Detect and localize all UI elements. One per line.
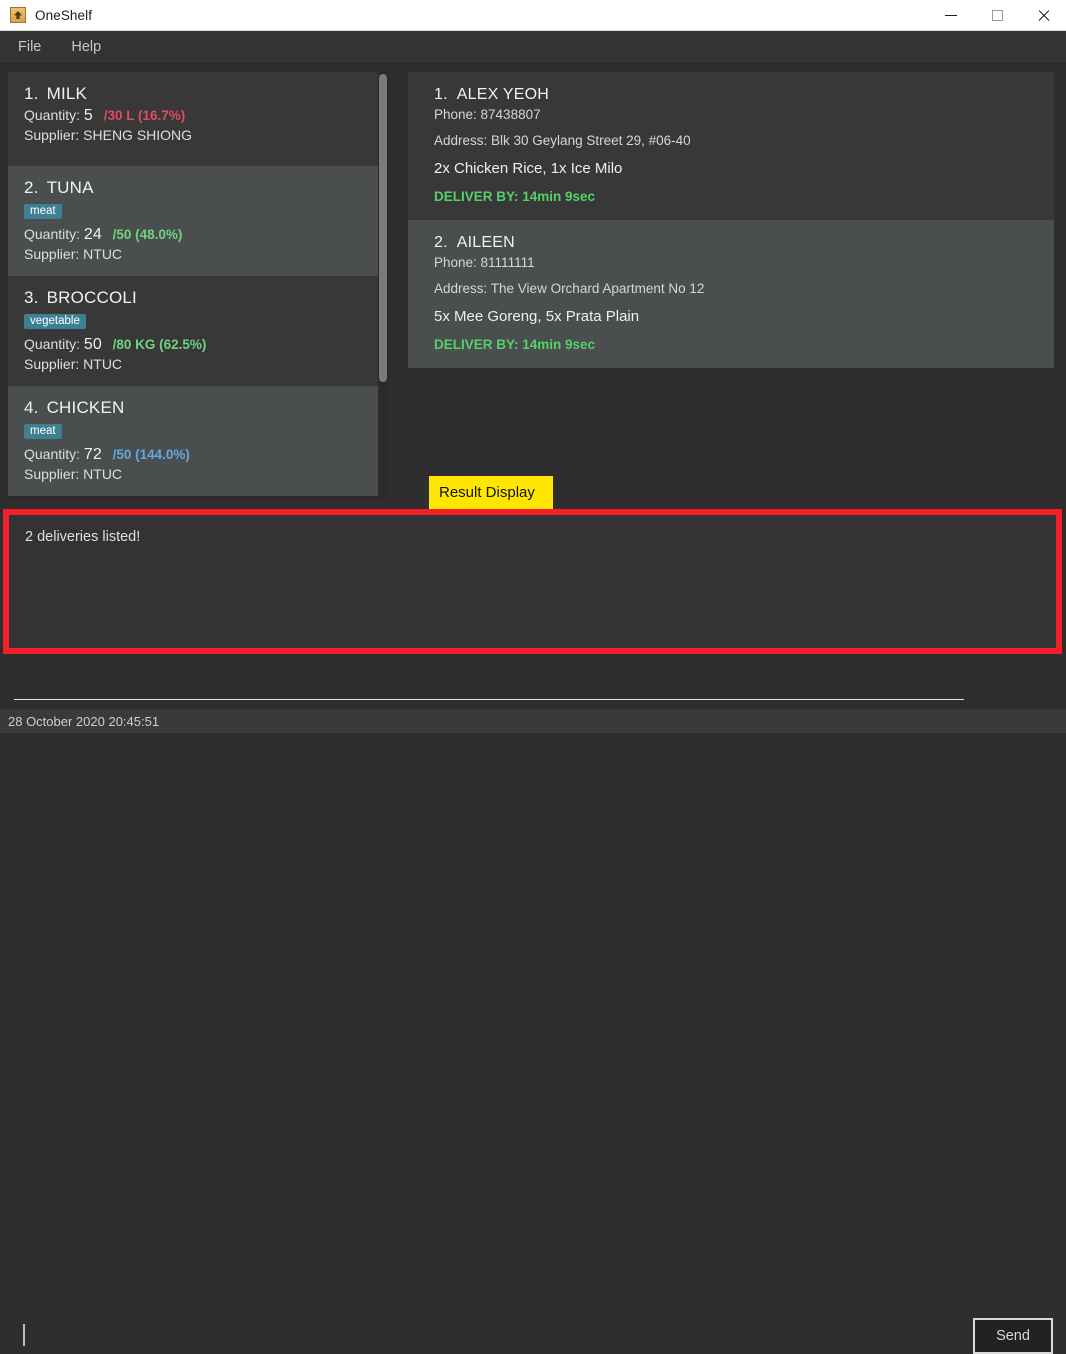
delivery-item-deliver-by: DELIVER BY: 14min 9sec — [434, 337, 596, 352]
delivery-list-item[interactable]: 1. ALEX YEOH Phone: 87438807 Address: Blk… — [408, 72, 1054, 220]
stock-quantity-label: Quantity: — [24, 107, 81, 123]
stock-list-item[interactable]: 4. CHICKEN meat Quantity: 72 /50 (144.0%)… — [8, 386, 378, 496]
text-caret-icon — [23, 1324, 25, 1346]
stock-supplier-value: NTUC — [83, 246, 123, 262]
stock-quantity-value: 5 — [83, 107, 93, 124]
stock-item-supplier: Supplier: NTUC — [24, 356, 362, 372]
stock-item-tag: meat — [24, 424, 62, 439]
status-bar-timestamp: 28 October 2020 20:45:51 — [8, 713, 160, 729]
close-icon — [1037, 9, 1050, 22]
stock-supplier-label: Supplier: — [24, 466, 80, 482]
title-bar: OneShelf — [0, 0, 1066, 31]
stock-list[interactable]: 1. MILK Quantity: 5 /30 L (16.7%) Supplie… — [8, 72, 378, 500]
delivery-item-name: ALEX YEOH — [456, 86, 549, 103]
stock-supplier-value: NTUC — [83, 466, 123, 482]
stock-item-quantity: Quantity: 5 /30 L (16.7%) — [24, 107, 362, 125]
stock-quantity-label: Quantity: — [24, 446, 81, 462]
delivery-item-order: 2x Chicken Rice, 1x Ice Milo — [434, 160, 623, 177]
maximize-icon — [991, 9, 1003, 21]
delivery-item-index: 1. — [434, 86, 448, 103]
stock-item-index: 2. — [24, 178, 39, 197]
stock-item-quantity: Quantity: 50 /80 KG (62.5%) — [24, 336, 362, 354]
delivery-list-panel: 1. ALEX YEOH Phone: 87438807 Address: Blk… — [404, 72, 1058, 500]
delivery-item-phone: Phone: 87438807 — [434, 107, 541, 122]
stock-quantity-value: 72 — [83, 446, 102, 463]
stock-item-index: 1. — [24, 84, 39, 103]
stock-item-quantity: Quantity: 72 /50 (144.0%) — [24, 446, 362, 464]
stock-list-scrollbar[interactable] — [378, 72, 388, 500]
delivery-list-item[interactable]: 2. AILEEN Phone: 81111111 Address: The Vi… — [408, 220, 1054, 368]
delivery-item-title: 1. ALEX YEOH — [434, 86, 1028, 104]
delivery-item-index: 2. — [434, 234, 448, 251]
stock-item-title: 3. BROCCOLI — [24, 288, 362, 308]
stock-list-item[interactable]: 1. MILK Quantity: 5 /30 L (16.7%) Supplie… — [8, 72, 378, 166]
delivery-item-deliver-by: DELIVER BY: 14min 9sec — [434, 189, 596, 204]
stock-item-title: 4. CHICKEN — [24, 398, 362, 418]
delivery-item-address: Address: The View Orchard Apartment No 1… — [434, 281, 705, 296]
stock-item-title: 1. MILK — [24, 84, 362, 104]
stock-quantity-ratio: /50 (144.0%) — [112, 447, 190, 462]
menu-item-help[interactable]: Help — [59, 35, 113, 59]
stock-quantity-ratio: /80 KG (62.5%) — [112, 337, 207, 352]
stock-quantity-label: Quantity: — [24, 226, 81, 242]
result-display-annotation: Result Display — [429, 476, 553, 509]
stock-list-item[interactable]: 3. BROCCOLI vegetable Quantity: 50 /80 KG… — [8, 276, 378, 386]
stock-item-name: BROCCOLI — [46, 288, 137, 307]
window-title: OneShelf — [35, 7, 93, 23]
stock-item-name: TUNA — [46, 178, 94, 197]
minimize-button[interactable] — [928, 0, 974, 30]
command-bar: Send — [0, 656, 1066, 1354]
delivery-item-title: 2. AILEEN — [434, 234, 1028, 252]
stock-quantity-value: 50 — [83, 336, 102, 353]
stock-supplier-label: Supplier: — [24, 246, 80, 262]
stock-list-panel: 1. MILK Quantity: 5 /30 L (16.7%) Supplie… — [8, 72, 388, 500]
stock-quantity-ratio: /50 (48.0%) — [112, 227, 183, 242]
stock-item-index: 3. — [24, 288, 39, 307]
stock-item-tag: meat — [24, 204, 62, 219]
stock-quantity-label: Quantity: — [24, 336, 81, 352]
stock-item-title: 2. TUNA — [24, 178, 362, 198]
stock-supplier-label: Supplier: — [24, 356, 80, 372]
stock-quantity-value: 24 — [83, 226, 102, 243]
minimize-icon — [945, 14, 957, 16]
command-input[interactable] — [14, 664, 964, 700]
stock-item-supplier: Supplier: SHENG SHIONG — [24, 127, 362, 143]
result-display-box: 2 deliveries listed! — [3, 509, 1062, 654]
stock-supplier-label: Supplier: — [24, 127, 80, 143]
result-display-text: 2 deliveries listed! — [25, 529, 141, 545]
app-icon — [10, 7, 26, 23]
stock-item-supplier: Supplier: NTUC — [24, 466, 362, 482]
delivery-item-order: 5x Mee Goreng, 5x Prata Plain — [434, 308, 640, 325]
delivery-item-name: AILEEN — [456, 234, 515, 251]
stock-list-scrollbar-thumb[interactable] — [379, 74, 387, 382]
stock-supplier-value: SHENG SHIONG — [83, 127, 193, 143]
send-button[interactable]: Send — [973, 1318, 1053, 1354]
stock-item-supplier: Supplier: NTUC — [24, 246, 362, 262]
stock-quantity-ratio: /30 L (16.7%) — [103, 108, 186, 123]
status-bar: 28 October 2020 20:45:51 — [0, 708, 1066, 733]
stock-item-name: CHICKEN — [46, 398, 125, 417]
stock-item-index: 4. — [24, 398, 39, 417]
stock-item-name: MILK — [46, 84, 88, 103]
stock-supplier-value: NTUC — [83, 356, 123, 372]
stock-item-quantity: Quantity: 24 /50 (48.0%) — [24, 226, 362, 244]
delivery-item-address: Address: Blk 30 Geylang Street 29, #06-4… — [434, 133, 691, 148]
window-controls — [928, 0, 1066, 30]
maximize-button[interactable] — [974, 0, 1020, 30]
close-button[interactable] — [1020, 0, 1066, 30]
stock-item-tag: vegetable — [24, 314, 86, 329]
delivery-item-phone: Phone: 81111111 — [434, 255, 535, 270]
main-content: 1. MILK Quantity: 5 /30 L (16.7%) Supplie… — [0, 64, 1066, 505]
menu-bar: File Help — [0, 31, 1066, 64]
stock-list-item[interactable]: 2. TUNA meat Quantity: 24 /50 (48.0%) Sup… — [8, 166, 378, 276]
menu-item-file[interactable]: File — [6, 35, 53, 59]
